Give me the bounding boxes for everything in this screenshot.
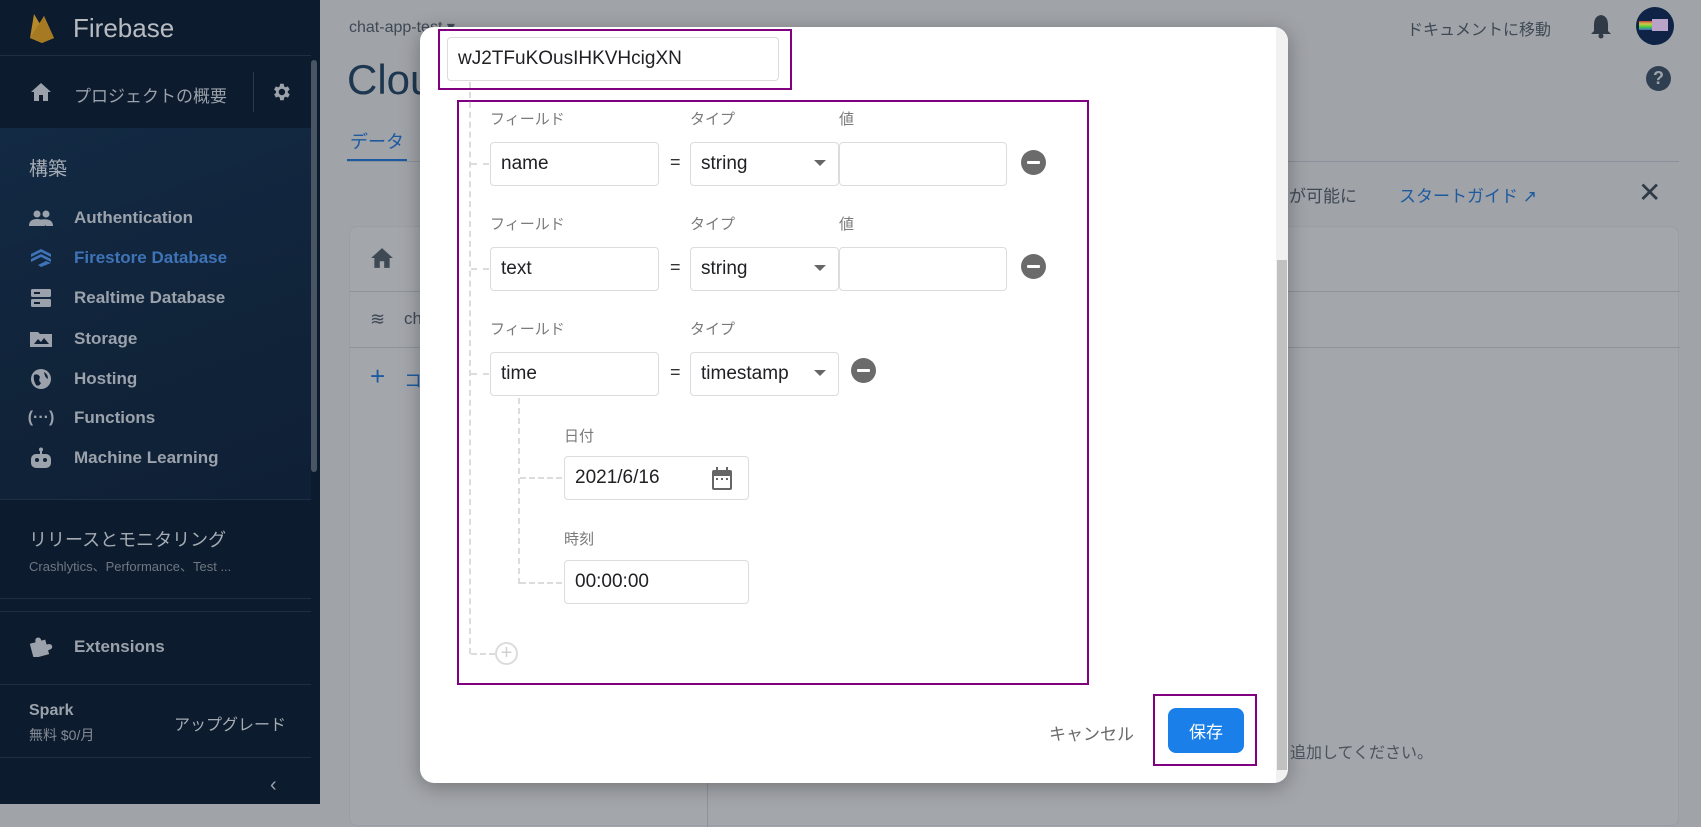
field-type-select[interactable]: string: [690, 142, 839, 186]
sidebar-item-label: Firestore Database: [74, 248, 228, 267]
field-type-value: string: [701, 153, 748, 174]
field-type-value: string: [701, 258, 748, 279]
sidebar-item-storage[interactable]: Storage: [0, 320, 311, 358]
release-monitoring-title[interactable]: リリースとモニタリング: [29, 526, 226, 552]
brand-title: Firebase: [73, 13, 175, 43]
plan-name: Spark: [29, 702, 74, 719]
sidebar-item-authentication[interactable]: Authentication: [0, 199, 311, 237]
collection-firestore-icon: ≋: [370, 309, 386, 329]
empty-hint: 追加してください。: [1290, 745, 1434, 762]
dialog-scrollbar-track[interactable]: [1276, 27, 1288, 783]
type-label: タイプ: [690, 111, 736, 128]
field-label: フィールド: [490, 216, 565, 233]
sidebar-item-hosting[interactable]: Hosting: [0, 360, 311, 398]
sidebar-item-firestore-database[interactable]: Firestore Database: [0, 239, 311, 277]
field-type-select[interactable]: timestamp: [690, 352, 839, 396]
banner-text: が可能に: [1289, 187, 1357, 206]
equals-sign: =: [670, 257, 681, 277]
help-icon[interactable]: ?: [1646, 66, 1671, 91]
globe-icon: [28, 368, 54, 390]
add-collection-plus-icon[interactable]: +: [370, 361, 385, 392]
sidebar-item-label: Storage: [74, 329, 138, 348]
sidebar-item-label: Hosting: [74, 369, 138, 388]
timestamp-tree-line: [518, 398, 520, 584]
home-icon: [31, 83, 51, 101]
add-field-plus-icon[interactable]: +: [495, 642, 518, 665]
value-label: 値: [839, 216, 855, 233]
sidebar-scrollbar[interactable]: [311, 60, 317, 472]
folder-image-icon: [28, 330, 54, 348]
start-guide-link[interactable]: スタートガイド ↗: [1399, 182, 1537, 207]
calendar-icon[interactable]: [711, 467, 733, 491]
field-name-input[interactable]: name: [490, 142, 659, 186]
section-build: 構築: [29, 159, 68, 180]
date-input[interactable]: 2021/6/16: [564, 456, 749, 500]
dropdown-caret-icon: [814, 370, 826, 376]
remove-field-icon[interactable]: [1021, 254, 1046, 279]
time-label: 時刻: [564, 531, 595, 548]
panel-home-icon[interactable]: [370, 247, 394, 269]
avatar[interactable]: [1636, 7, 1674, 45]
document-id-input[interactable]: wJ2TFuKOusIHKVHcigXN: [447, 37, 779, 81]
upgrade-button[interactable]: アップグレード: [174, 711, 286, 735]
bell-icon[interactable]: [1590, 13, 1612, 39]
sidebar-item-label: Authentication: [74, 208, 193, 227]
field-label: フィールド: [490, 321, 565, 338]
date-value: 2021/6/16: [575, 467, 660, 488]
sidebar-item-label: Extensions: [74, 637, 165, 656]
sidebar-item-extensions[interactable]: Extensions: [0, 628, 311, 666]
equals-sign: =: [670, 362, 681, 382]
sidebar-item-label: Machine Learning: [74, 448, 219, 467]
functions-icon: (···): [27, 409, 55, 426]
field-label: フィールド: [490, 111, 565, 128]
field-value-input[interactable]: [839, 142, 1007, 186]
type-label: タイプ: [690, 216, 736, 233]
remove-field-icon[interactable]: [1021, 150, 1046, 175]
sidebar-item-machine-learning[interactable]: Machine Learning: [0, 439, 311, 477]
sidebar: Firebase プロジェクトの概要 構築 Authentication Fir…: [0, 0, 320, 804]
tree-line: [469, 82, 471, 654]
sidebar-item-functions[interactable]: (···) Functions: [0, 399, 311, 437]
cancel-button[interactable]: キャンセル: [1049, 720, 1134, 745]
gear-icon[interactable]: [270, 81, 292, 103]
sidebar-item-label: Functions: [74, 408, 156, 427]
save-button[interactable]: 保存: [1168, 708, 1244, 753]
sidebar-item-realtime-database[interactable]: Realtime Database: [0, 279, 311, 317]
people-icon: [28, 210, 54, 226]
robot-icon: [28, 447, 54, 469]
sidebar-item-label: Realtime Database: [74, 288, 226, 307]
tab-data[interactable]: データ: [350, 128, 404, 154]
release-monitoring-subtitle: Crashlytics、Performance、Test ...: [29, 559, 232, 574]
external-link-icon: ↗: [1522, 187, 1537, 206]
project-overview-label: プロジェクトの概要: [74, 87, 227, 106]
firestore-icon: [28, 249, 54, 267]
time-input[interactable]: 00:00:00: [564, 560, 749, 604]
dialog-scrollbar-thumb[interactable]: [1277, 260, 1287, 770]
field-type-value: timestamp: [701, 363, 789, 384]
field-name-input[interactable]: text: [490, 247, 659, 291]
project-overview[interactable]: プロジェクトの概要: [0, 56, 311, 128]
dropdown-caret-icon: [814, 160, 826, 166]
equals-sign: =: [670, 152, 681, 172]
firebase-logo-icon: [28, 10, 56, 49]
field-name-input[interactable]: time: [490, 352, 659, 396]
type-label: タイプ: [690, 321, 736, 338]
field-value-input[interactable]: [839, 247, 1007, 291]
field-type-select[interactable]: string: [690, 247, 839, 291]
plan-price: 無料 $0/月: [29, 727, 95, 743]
close-banner-icon[interactable]: ✕: [1638, 176, 1661, 209]
dropdown-caret-icon: [814, 265, 826, 271]
docs-link[interactable]: ドキュメントに移動: [1407, 16, 1551, 40]
database-icon: [28, 288, 54, 308]
start-guide-label: スタートガイド: [1399, 187, 1518, 206]
value-label: 値: [839, 111, 855, 128]
date-label: 日付: [564, 428, 595, 445]
puzzle-icon: [28, 637, 54, 657]
collapse-sidebar-chevron-icon[interactable]: ‹: [270, 774, 277, 797]
remove-field-icon[interactable]: [851, 358, 876, 383]
